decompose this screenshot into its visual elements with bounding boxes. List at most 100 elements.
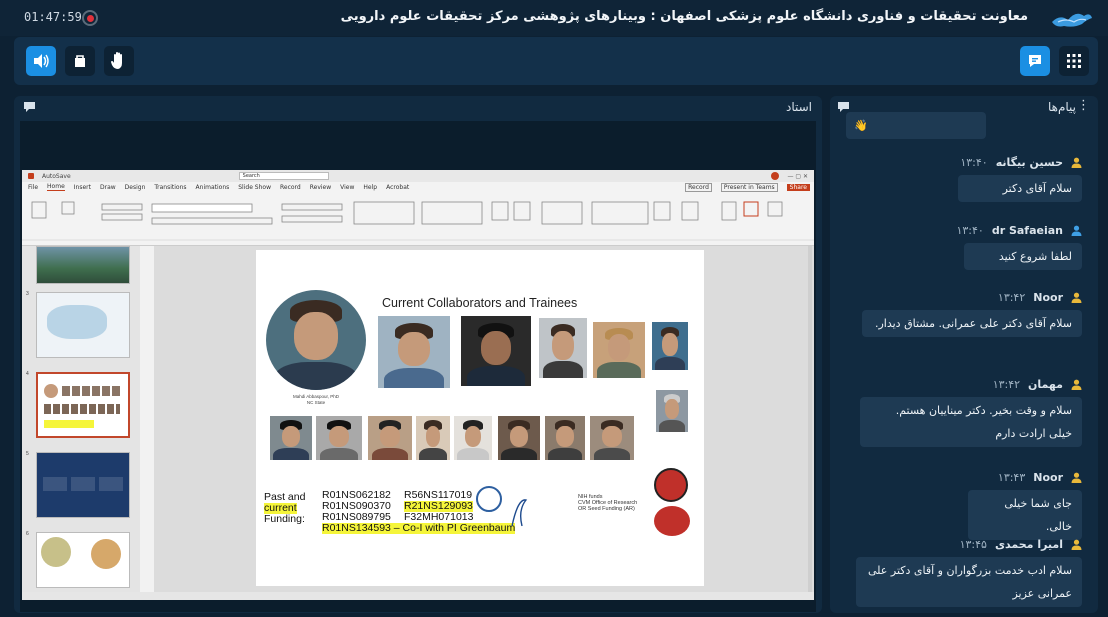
grants-column-2: R56NS117019 R21NS129093 F32MH071013 [404,489,474,523]
chat-message: Noor ۱۳:۴۳ جای شما خیلی خالی. [968,471,1082,540]
message-time: ۱۳:۴۲ [992,378,1021,391]
user-icon [1071,539,1082,550]
collaborator-photo [656,390,688,432]
trainee-photo [498,416,540,460]
chat-message: حسین بیگانه ۱۳:۴۰ سلام آقای دکتر [958,156,1082,202]
control-toolbar [14,37,1098,85]
tab-slideshow[interactable]: Slide Show [238,184,271,191]
main-person-name: Mahdi Abbaspour, PhD [292,394,340,399]
share-ppt-button[interactable]: Share [786,183,810,191]
powerpoint-logo-icon [28,173,34,179]
grid-icon [1067,54,1081,68]
grid-menu-button[interactable] [1059,46,1089,76]
slide-thumbnail[interactable] [36,532,130,588]
sender-name: dr Safaeian [991,224,1063,237]
chat-panel: پیام‌ها ⋮ 👋 حسین بیگانه ۱۳:۴۰ سلام آقای … [830,96,1098,613]
ribbon-icons [22,201,814,241]
slide-thumbnail[interactable] [36,246,130,284]
user-icon [1071,379,1082,390]
record-button[interactable]: Record [685,182,712,192]
user-icon [1071,225,1082,236]
session-title: معاونت تحقیقات و فناوری دانشگاه علوم پزش… [340,9,1028,24]
nih-logo [476,486,502,512]
tab-acrobat[interactable]: Acrobat [386,184,409,191]
trainee-photo [545,416,585,460]
message-text: 👋 [846,112,986,139]
collaborator-photo [652,322,688,370]
message-time: ۱۳:۴۵ [959,538,987,551]
chat-message: 👋 [846,112,986,139]
message-text: سلام آقای دکتر [958,175,1082,202]
tab-draw[interactable]: Draw [100,184,116,191]
record-indicator-icon[interactable] [82,10,98,26]
message-text: سلام و وقت بخیر. دکتر میناییان هستم. خیل… [860,397,1082,447]
chat-panel-title: پیام‌ها [1047,100,1076,114]
trainee-photo [590,416,634,460]
tab-home[interactable]: Home [47,183,65,191]
search-box[interactable]: Search [238,172,329,180]
user-icon [1071,472,1082,483]
tab-record[interactable]: Record [280,184,301,191]
tab-insert[interactable]: Insert [74,184,91,191]
speaker-icon [34,54,49,68]
slide-scrollbar[interactable] [808,246,812,592]
sender-name: حسین بیگانه [995,156,1063,169]
sender-name: امیرا محمدی [994,538,1063,551]
tab-design[interactable]: Design [125,184,146,191]
user-icon [1071,292,1082,303]
collaborator-photo [461,316,531,386]
powerpoint-ribbon: AutoSave Search — ▢ ✕ File Home Insert D… [22,170,814,246]
chat-message: امیرا محمدی ۱۳:۴۵ سلام ادب خدمت بزرگوارا… [856,538,1082,607]
tab-transitions[interactable]: Transitions [154,184,186,191]
ribbon-tabs: File Home Insert Draw Design Transitions… [22,182,814,192]
slide-canvas: Current Collaborators and Trainees Mahdi… [154,246,814,592]
message-time: ۱۳:۴۰ [960,156,988,169]
sender-name: Noor [1033,291,1063,304]
tab-animations[interactable]: Animations [196,184,230,191]
funding-label: Past and current Funding: [264,491,306,525]
top-bar: 01:47:59 معاونت تحقیقات و فناوری دانشگاه… [0,0,1108,36]
trainee-photo [368,416,412,460]
slide-thumbnails: 3 4 5 6 [22,246,140,592]
powerpoint-status-bar [22,592,814,600]
thumb-number: 6 [26,531,29,537]
raise-hand-button[interactable] [104,46,134,76]
user-avatar[interactable] [771,172,780,180]
speaker-button[interactable] [26,46,56,76]
share-button[interactable] [65,46,95,76]
trainee-photo [270,416,312,460]
ncstate-seal-logo [654,468,688,502]
chat-toggle-button[interactable] [1020,46,1050,76]
window-controls[interactable]: — ▢ ✕ [787,173,808,180]
collaborator-photo [378,316,450,388]
trainee-photo [416,416,450,460]
present-teams-button[interactable]: Present in Teams [720,182,778,192]
autosave-label: AutoSave [42,172,71,180]
chat-message: Noor ۱۳:۴۲ سلام آقای دکتر علی عمرانی. مش… [862,291,1082,337]
user-icon [1071,157,1082,168]
tab-review[interactable]: Review [310,184,331,191]
message-time: ۱۳:۴۳ [997,471,1026,484]
trainee-photo [316,416,362,460]
thumb-number: 5 [26,451,29,457]
tab-file[interactable]: File [28,184,38,191]
sender-name: Noor [1033,471,1063,484]
shared-screen: AutoSave Search — ▢ ✕ File Home Insert D… [22,170,814,600]
collaborator-photo [593,322,645,378]
slide-thumbnail[interactable] [36,452,130,518]
more-options-icon[interactable]: ⋮ [1077,98,1090,113]
chat-message: مهمان ۱۳:۴۲ سلام و وقت بخیر. دکتر مینایی… [860,378,1082,447]
slide-thumbnail[interactable] [36,292,130,358]
current-slide: Current Collaborators and Trainees Mahdi… [256,250,704,586]
thumb-number: 4 [26,371,29,377]
other-funding: NIH funds CVM Office of Research OR Seed… [578,494,638,512]
chat-panel-icon [838,102,849,112]
message-text: لطفا شروع کنید [964,243,1082,270]
message-text: جای شما خیلی خالی. [968,490,1082,540]
share-icon [75,55,85,67]
tab-view[interactable]: View [340,184,354,191]
slide-thumbnail-selected[interactable] [36,372,130,438]
tab-help[interactable]: Help [363,184,377,191]
presenter-panel-title: استاد [785,100,812,114]
chat-message: dr Safaeian ۱۳:۴۰ لطفا شروع کنید [956,224,1082,270]
